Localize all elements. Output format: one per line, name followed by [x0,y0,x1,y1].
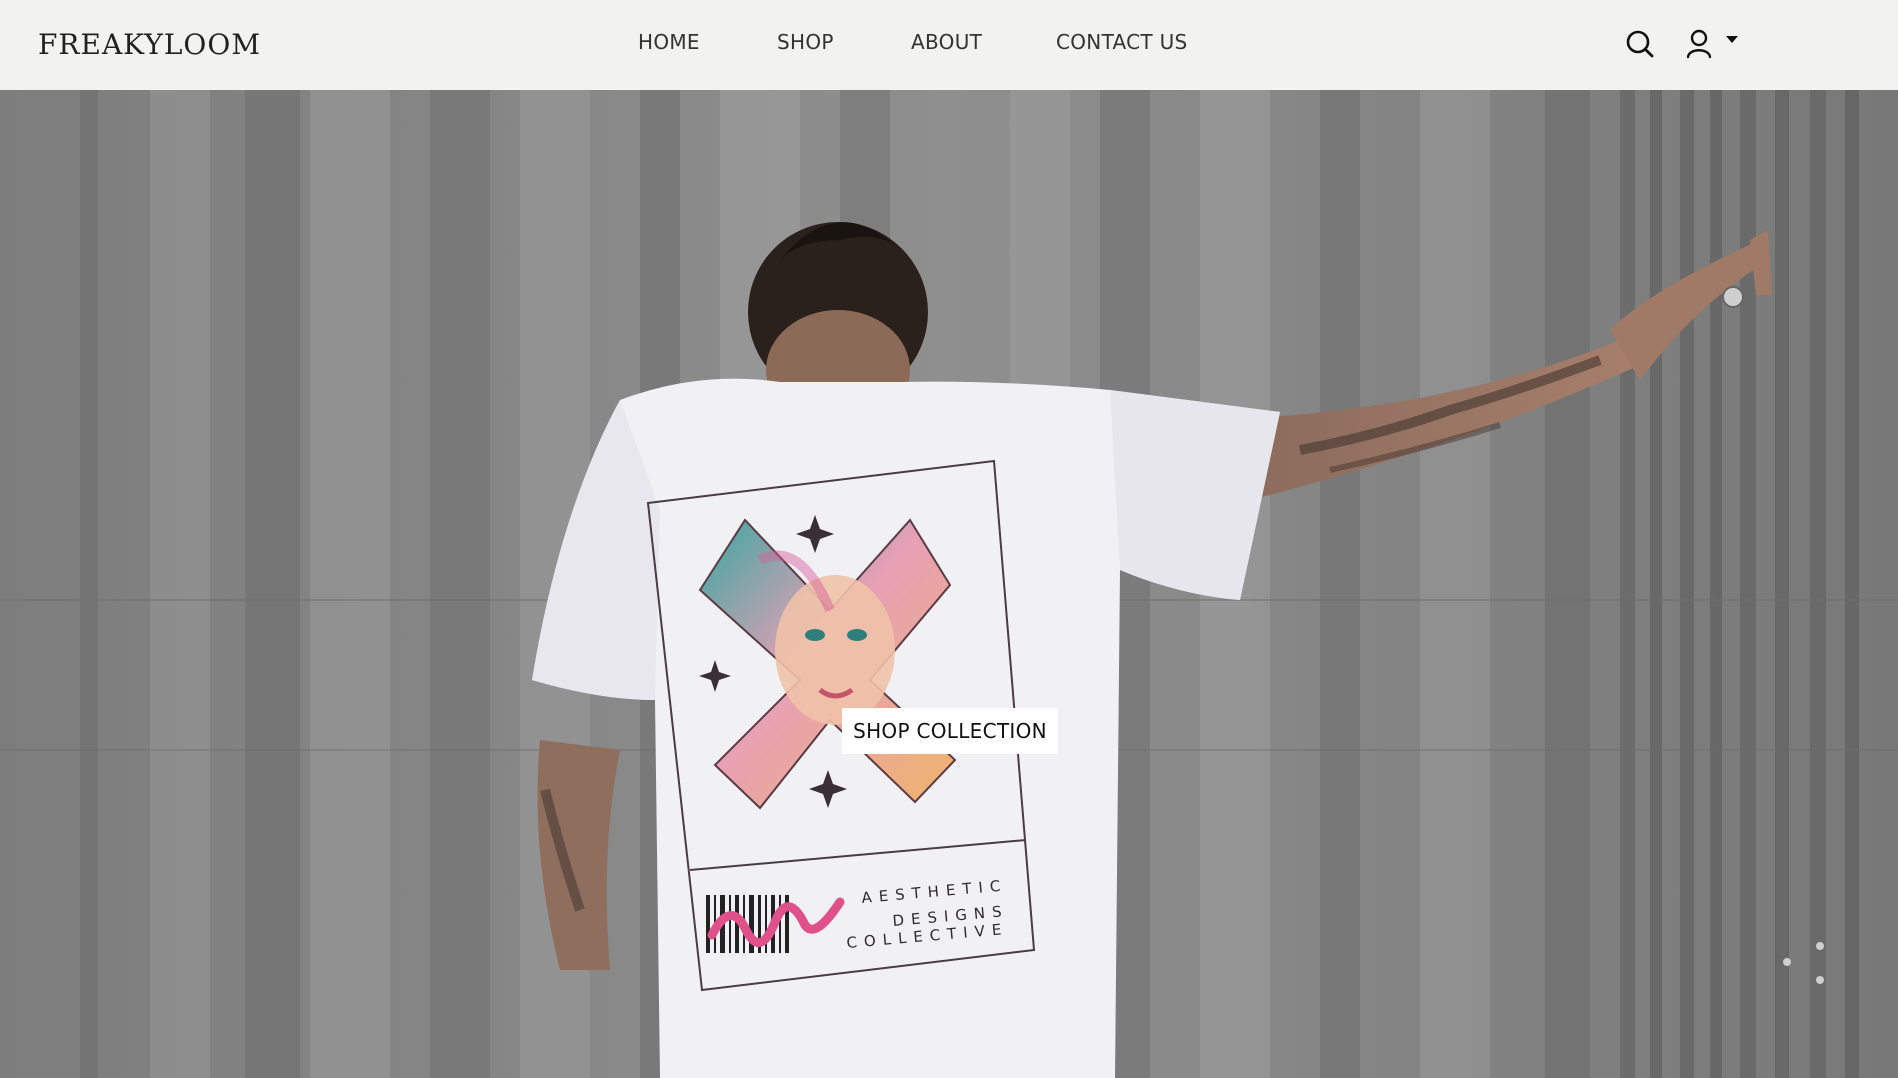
main-nav: HOME SHOP ABOUT CONTACT US [0,30,1898,60]
site-header: FREAKYLOOM HOME SHOP ABOUT CONTACT US [0,0,1898,90]
hero-banner: AESTHETIC DESIGNS COLLECTIVE SHOP COLLEC… [0,90,1898,1078]
nav-contact-us[interactable]: CONTACT US [1056,30,1188,54]
nav-about[interactable]: ABOUT [911,30,982,54]
nav-home[interactable]: HOME [638,30,700,54]
shop-collection-button[interactable]: SHOP COLLECTION [842,708,1058,754]
nav-shop[interactable]: SHOP [777,30,834,54]
search-icon [1626,30,1654,58]
caret-down-icon [1726,36,1738,43]
search-button[interactable] [1624,28,1656,65]
user-icon [1686,29,1712,59]
hero-image: AESTHETIC DESIGNS COLLECTIVE [0,90,1898,1078]
